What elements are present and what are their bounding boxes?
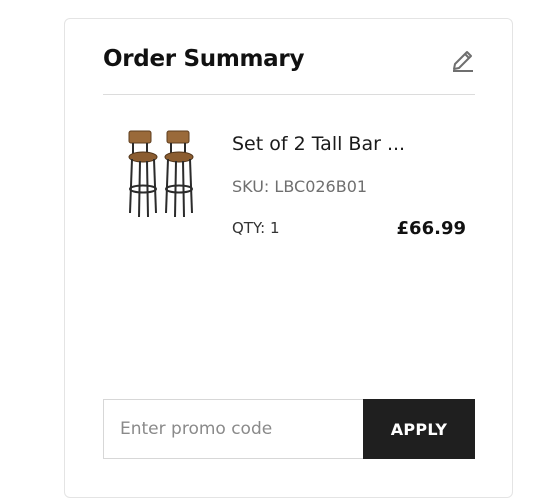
pencil-icon [453,51,473,72]
edit-button[interactable] [451,46,475,72]
product-sku: SKU: LBC026B01 [232,177,368,196]
product-quantity: QTY: 1 [232,219,280,237]
promo-code-input[interactable] [103,399,364,459]
apply-promo-button[interactable]: APPLY [363,399,475,459]
product-thumbnail [121,127,207,219]
header-divider [103,94,475,95]
order-summary-card: Order Summary Set of 2 Tall Bar ... SKU:… [64,18,513,498]
order-summary-title: Order Summary [103,46,305,72]
product-name[interactable]: Set of 2 Tall Bar ... [232,133,405,155]
product-price: £66.99 [396,218,466,239]
bar-stools-icon [128,130,194,218]
